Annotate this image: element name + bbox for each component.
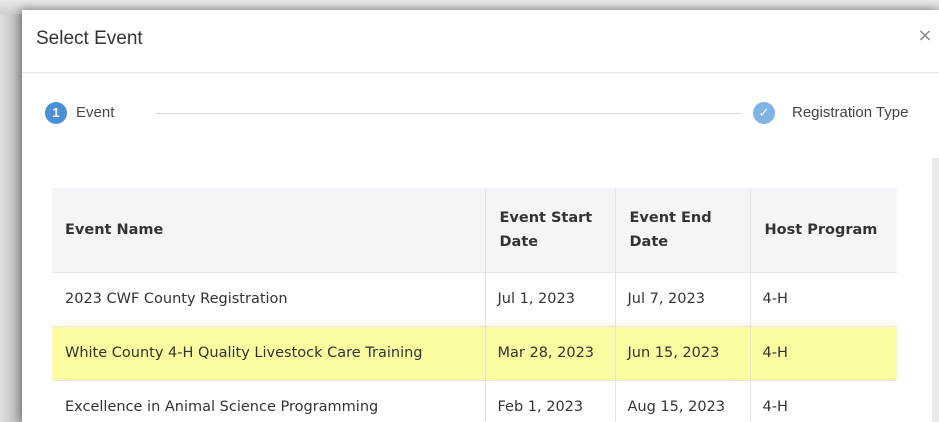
- page-backdrop-left: [0, 14, 22, 422]
- table-header-row: Event Name Event Start Date Event End Da…: [52, 188, 897, 273]
- cell-host-program: 4-H: [749, 326, 897, 381]
- modal-header: Select Event ×: [22, 10, 939, 73]
- events-table-container: Event Name Event Start Date Event End Da…: [52, 188, 897, 422]
- cell-event-name: 2023 CWF County Registration: [52, 272, 485, 327]
- step-1-badge[interactable]: 1: [45, 102, 67, 124]
- table-row[interactable]: 2023 CWF County Registration Jul 1, 2023…: [52, 272, 897, 327]
- cell-end-date: Jun 15, 2023: [614, 326, 750, 381]
- cell-end-date: Aug 15, 2023: [614, 380, 750, 422]
- cell-end-date: Jul 7, 2023: [614, 272, 750, 327]
- column-header-event-name[interactable]: Event Name: [52, 188, 485, 273]
- table-row-selected[interactable]: White County 4-H Quality Livestock Care …: [52, 326, 897, 381]
- cell-start-date: Feb 1, 2023: [484, 380, 615, 422]
- table-row[interactable]: Excellence in Animal Science Programming…: [52, 380, 897, 422]
- column-header-end-date[interactable]: Event End Date: [614, 188, 750, 273]
- cell-event-name: White County 4-H Quality Livestock Care …: [52, 326, 485, 381]
- step-connector: [156, 113, 742, 114]
- check-icon[interactable]: ✓: [753, 102, 775, 124]
- cell-start-date: Jul 1, 2023: [484, 272, 615, 327]
- column-header-host-program[interactable]: Host Program: [749, 188, 897, 273]
- column-header-start-date[interactable]: Event Start Date: [484, 188, 615, 273]
- step-event-label[interactable]: Event: [76, 104, 114, 121]
- cell-event-name: Excellence in Animal Science Programming: [52, 380, 485, 422]
- scrollbar[interactable]: [932, 158, 939, 422]
- step-registration-type-label[interactable]: Registration Type: [792, 104, 908, 121]
- close-icon[interactable]: ×: [915, 26, 935, 46]
- stepper: 1 Event ✓ Registration Type: [22, 100, 939, 130]
- select-event-modal: Select Event × 1 Event ✓ Registration Ty…: [22, 10, 939, 422]
- cell-host-program: 4-H: [749, 380, 897, 422]
- cell-start-date: Mar 28, 2023: [484, 326, 615, 381]
- cell-host-program: 4-H: [749, 272, 897, 327]
- events-table: Event Name Event Start Date Event End Da…: [52, 188, 897, 422]
- modal-title: Select Event: [36, 28, 143, 49]
